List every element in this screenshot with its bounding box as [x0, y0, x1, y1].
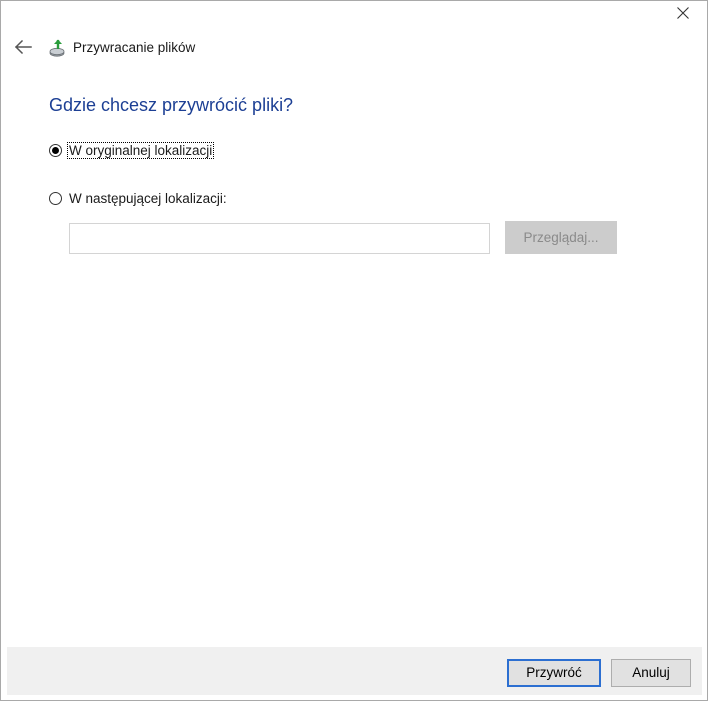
close-button[interactable] [669, 1, 697, 27]
cancel-button[interactable]: Anuluj [611, 659, 691, 687]
file-restore-icon [48, 38, 68, 58]
back-button[interactable] [13, 37, 35, 57]
option-custom-location-label: W następującej lokalizacji: [69, 190, 227, 206]
footer-bar: Przywróć Anuluj [7, 647, 702, 695]
close-icon [677, 7, 689, 19]
restore-button[interactable]: Przywróć [507, 659, 601, 687]
radio-original-location[interactable] [49, 143, 62, 157]
option-original-location-label: W oryginalnej lokalizacji [66, 141, 215, 159]
window-title: Przywracanie plików [73, 40, 196, 55]
browse-button[interactable]: Przeglądaj... [505, 221, 617, 254]
option-original-location[interactable]: W oryginalnej lokalizacji [49, 140, 215, 160]
radio-custom-location[interactable] [49, 191, 62, 205]
back-arrow-icon [14, 39, 32, 55]
restore-files-window: Przywracanie plików Gdzie chcesz przywró… [0, 0, 708, 701]
option-custom-location[interactable]: W następującej lokalizacji: [49, 188, 228, 208]
location-path-input[interactable] [69, 223, 490, 254]
page-heading: Gdzie chcesz przywrócić pliki? [49, 95, 294, 115]
